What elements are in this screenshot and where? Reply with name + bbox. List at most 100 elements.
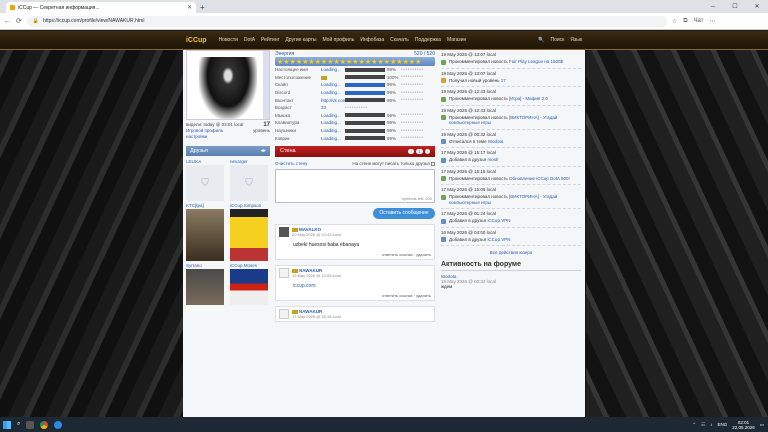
- friend-placeholder-icon[interactable]: ⛉: [186, 165, 224, 201]
- chrome-icon[interactable]: [40, 420, 49, 429]
- post-actions[interactable]: ответить ссылка · удалить: [279, 293, 431, 298]
- nav-language[interactable]: Язык: [570, 37, 582, 43]
- friend-card[interactable]: LELIKA ⛉: [186, 159, 224, 201]
- task-view-icon[interactable]: [26, 420, 35, 429]
- url-field[interactable]: 🔒 https://iccup.com/profile/view/NAWAKUR…: [26, 15, 667, 27]
- friend-card[interactable]: Syrrano: [186, 263, 224, 305]
- keyboard-language[interactable]: ENG: [717, 422, 727, 427]
- friend-avatar[interactable]: [230, 209, 268, 261]
- activity-date: 19 May 2026 @ 12:43 local: [441, 89, 496, 94]
- maximize-icon[interactable]: ☐: [724, 0, 746, 13]
- windows-start-icon[interactable]: [3, 420, 11, 429]
- left-background-art: [0, 31, 183, 417]
- taskbar-search-icon[interactable]: ⌕: [17, 421, 20, 428]
- activity-item: 19 May 2026 @ 13:07 local Получил новый у…: [441, 69, 581, 87]
- chat-label[interactable]: Чат: [694, 18, 704, 24]
- wall-message-input[interactable]: symbols left: 200: [275, 168, 435, 203]
- activity-action: Добавил в друзья: [449, 236, 487, 242]
- close-icon[interactable]: ✕: [187, 4, 192, 11]
- nav-dota[interactable]: DotA: [244, 37, 255, 43]
- back-icon[interactable]: ←: [4, 18, 11, 25]
- friend-placeholder-icon[interactable]: ⛉: [230, 165, 268, 201]
- last-seen: видели: today @ 03:01 local: [186, 122, 244, 127]
- clear-wall-link[interactable]: Очистить стену: [275, 161, 307, 166]
- activity-item: 17 May 2026 @ 01:24 local Добавил в друзь…: [441, 209, 581, 228]
- nav-infobase[interactable]: Инфобаза: [360, 37, 384, 43]
- nav-shop[interactable]: Магазин: [447, 37, 466, 43]
- friends-only-checkbox[interactable]: [431, 161, 435, 166]
- site-logo[interactable]: iCCup: [186, 37, 207, 44]
- stat-bar: [345, 136, 385, 141]
- new-tab-icon[interactable]: +: [200, 2, 205, 13]
- clock[interactable]: 02:01 22.05.2026: [732, 420, 755, 430]
- activity-link[interactable]: moslr: [487, 157, 498, 162]
- pager-current[interactable]: 1: [415, 148, 423, 154]
- activity-link[interactable]: Обновление iCCup DotA 500!: [509, 176, 570, 181]
- friend-card[interactable]: iCCup.Moses: [230, 263, 268, 305]
- post-actions[interactable]: ответить ссылка · удалить: [279, 252, 431, 257]
- friend-avatar[interactable]: [186, 269, 224, 305]
- browser-tab[interactable]: iCCup — Секретная информация... ✕: [6, 2, 196, 13]
- friends-arrows-icon[interactable]: ◂▸: [260, 148, 266, 154]
- activity-action: Прокомментировал новость: [449, 114, 508, 120]
- activity-text: Прокомментировал новость [ВИКТОРИНА] - У…: [441, 194, 581, 205]
- extensions-icon[interactable]: ⧉: [683, 18, 687, 25]
- post-text-link[interactable]: iccup.com: [293, 283, 431, 289]
- stat-rating-dots: ••••••••••: [401, 81, 424, 88]
- activity-link[interactable]: [Игра] - Мафия 2.0: [509, 96, 548, 101]
- tray-arrow-icon[interactable]: ⌃: [692, 422, 696, 428]
- post-author-avatar[interactable]: [279, 267, 289, 278]
- activity-action: Прокомментировал новость: [449, 96, 508, 101]
- activity-link[interactable]: Wodota: [488, 139, 503, 144]
- settings-link[interactable]: настройки: [186, 134, 270, 140]
- pager-next-icon[interactable]: ›: [424, 148, 430, 154]
- post-message-button[interactable]: Оставить сообщение: [373, 207, 435, 219]
- menu-icon[interactable]: ⋯: [710, 18, 716, 25]
- friend-card[interactable]: nevarger ⛉: [230, 159, 268, 201]
- post-author-avatar[interactable]: [279, 226, 289, 237]
- notifications-icon[interactable]: ▭: [760, 422, 764, 428]
- reload-icon[interactable]: ⟳: [16, 17, 22, 25]
- activity-text: Добавил в друзья moslr: [441, 157, 581, 163]
- profile-middle-column: Энергия 520 / 520 ★★★★★★★★★★★★★★★★★★★★★★…: [275, 50, 435, 322]
- stat-row: Скайп Loading... 99% ••••••••••: [275, 81, 435, 89]
- search-icon[interactable]: 🔍: [538, 37, 544, 43]
- stat-bar: [345, 82, 385, 87]
- friends-grid: LELIKA ⛉ nevarger ⛉ KTC[tpa] iCCup.Simpson…: [186, 159, 270, 305]
- stat-value: Loading...: [321, 128, 341, 134]
- activity-action: Отписался в теме: [449, 138, 487, 144]
- minimize-icon[interactable]: ─: [702, 0, 724, 13]
- pager-prev-icon[interactable]: ‹: [408, 148, 414, 154]
- nav-rating[interactable]: Рейтинг: [261, 37, 279, 43]
- stat-row: Местоположение 100% ••••••••••: [275, 74, 435, 82]
- activity-link[interactable]: iCCup.VPN: [487, 237, 510, 242]
- post-text: uzbeki huesosi baba ebanaya: [293, 241, 360, 248]
- nav-news[interactable]: Новости: [219, 37, 238, 43]
- activity-date: 17 May 2026 @ 15:05 local: [441, 187, 496, 192]
- nav-other-maps[interactable]: Другие карты: [285, 37, 316, 43]
- nav-search[interactable]: Поиск: [551, 37, 565, 43]
- edge-icon[interactable]: [54, 420, 63, 429]
- nav-my-profile[interactable]: Мой профиль: [322, 37, 354, 43]
- activity-link[interactable]: Fair Play League на 1500$: [509, 59, 563, 64]
- friend-avatar[interactable]: [186, 209, 224, 261]
- nav-download[interactable]: Скачать: [390, 37, 409, 43]
- friend-card[interactable]: KTC[tpa]: [186, 203, 224, 261]
- post-author-avatar[interactable]: [279, 308, 289, 319]
- activity-link[interactable]: 17: [501, 78, 506, 83]
- activity-feed: 19 May 2026 @ 13:07 local Прокомментирова…: [441, 50, 581, 246]
- stat-percent: 99%: [387, 112, 397, 118]
- forum-item: Wodota 19 May 2026 @ 00:32 local ждем: [441, 274, 581, 289]
- all-events-link[interactable]: Все действия юзера: [441, 250, 581, 255]
- post-date: 19 May 2026 @ 13:09 local: [292, 272, 341, 278]
- friend-card[interactable]: iCCup.Simpson: [230, 203, 268, 261]
- network-icon[interactable]: ☷: [701, 422, 705, 428]
- favorites-icon[interactable]: ☆: [672, 18, 677, 25]
- friend-avatar[interactable]: [230, 269, 268, 305]
- nav-support[interactable]: Поддержка: [415, 37, 441, 43]
- window-close-icon[interactable]: ✕: [746, 0, 768, 13]
- symbols-left: symbols left: 200: [401, 195, 432, 201]
- activity-link[interactable]: iCCup.VPN: [487, 218, 510, 223]
- right-background-art: [586, 31, 768, 417]
- volume-icon[interactable]: ♪: [710, 422, 712, 427]
